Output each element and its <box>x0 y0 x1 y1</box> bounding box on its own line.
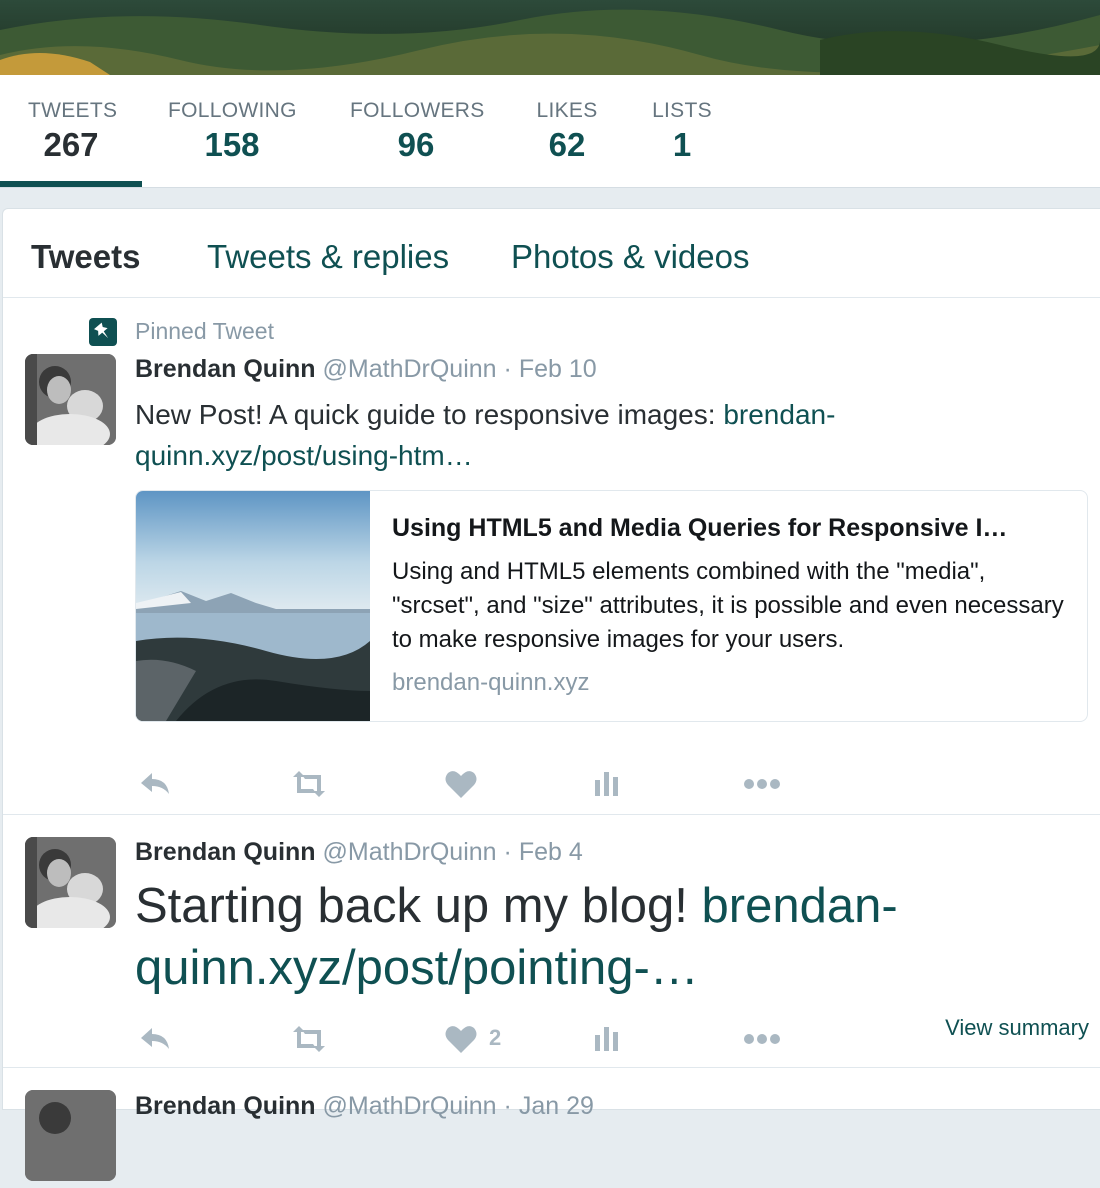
stat-value: 62 <box>548 126 586 163</box>
tweet-body: Starting back up my blog! <box>135 879 688 933</box>
reply-button[interactable] <box>135 1019 175 1059</box>
more-icon <box>744 1034 780 1044</box>
card-image <box>136 491 370 721</box>
avatar[interactable] <box>25 1090 116 1181</box>
like-count: 2 <box>489 1025 502 1050</box>
card-title: Using HTML5 and Media Queries for Respon… <box>392 514 1008 542</box>
stat-likes[interactable]: LIKES 62 <box>536 97 598 165</box>
profile-stats-bar: TWEETS 267 FOLLOWING 158 FOLLOWERS 96 LI… <box>0 75 1100 188</box>
view-summary-link[interactable]: View summary <box>945 1015 1089 1041</box>
timeline-panel: Tweets Tweets & replies Photos & videos … <box>2 208 1100 1181</box>
author-handle[interactable]: @MathDrQuinn <box>323 355 497 383</box>
author-name[interactable]: Brendan Quinn <box>135 355 316 383</box>
more-icon <box>744 779 780 789</box>
reply-icon <box>141 773 169 794</box>
separator-dot: · <box>503 355 512 383</box>
stat-following[interactable]: FOLLOWING 158 <box>168 97 296 165</box>
avatar[interactable] <box>25 354 116 445</box>
separator-dot: · <box>503 1092 512 1120</box>
card-description: Using and HTML5 elements combined with t… <box>392 558 1064 653</box>
more-button[interactable] <box>741 1019 785 1059</box>
pin-icon <box>89 318 117 346</box>
author-name[interactable]: Brendan Quinn <box>135 1092 316 1120</box>
tweet-header: Brendan Quinn @MathDrQuinn · Feb 10 <box>135 353 597 385</box>
analytics-icon <box>595 1027 618 1051</box>
stat-label: LISTS <box>652 99 712 122</box>
tweet-actions <box>135 764 1095 804</box>
stat-lists[interactable]: LISTS 1 <box>652 97 712 165</box>
timeline-tabs: Tweets Tweets & replies Photos & videos <box>3 209 1100 298</box>
separator-dot: · <box>503 838 512 866</box>
more-button[interactable] <box>741 764 785 804</box>
heart-icon <box>445 1026 477 1053</box>
stat-value: 96 <box>397 126 435 163</box>
tweet-date[interactable]: Jan 29 <box>519 1092 594 1120</box>
like-button[interactable]: 2 <box>441 1019 501 1059</box>
analytics-button[interactable] <box>589 764 629 804</box>
avatar[interactable] <box>25 837 116 928</box>
tweet[interactable]: Brendan Quinn @MathDrQuinn · Jan 29 <box>3 1068 1100 1188</box>
tab-tweets-and-replies[interactable]: Tweets & replies <box>207 237 449 277</box>
stat-followers[interactable]: FOLLOWERS 96 <box>350 97 485 165</box>
stat-value: 158 <box>204 126 260 163</box>
tab-tweets[interactable]: Tweets <box>31 237 140 277</box>
tweet-text: Starting back up my blog! brendan-quinn.… <box>135 875 955 999</box>
reply-button[interactable] <box>135 764 175 804</box>
retweet-button[interactable] <box>287 764 331 804</box>
retweet-icon <box>293 1026 325 1052</box>
card-domain: brendan-quinn.xyz <box>392 669 590 696</box>
pinned-tweet-label: Pinned Tweet <box>135 318 274 344</box>
stat-label: LIKES <box>536 99 598 122</box>
profile-banner <box>0 0 1100 75</box>
heart-icon <box>445 771 477 798</box>
reply-icon <box>141 1028 169 1049</box>
analytics-icon <box>595 772 618 796</box>
stat-label: FOLLOWERS <box>350 99 485 122</box>
retweet-button[interactable] <box>287 1019 331 1059</box>
stat-label: TWEETS <box>28 99 118 122</box>
tweet-pinned[interactable]: Pinned Tweet Brendan Quinn @MathDrQuinn … <box>3 298 1100 815</box>
active-stat-indicator <box>0 181 142 187</box>
author-handle[interactable]: @MathDrQuinn <box>323 1092 497 1120</box>
stat-tweets[interactable]: TWEETS 267 <box>28 97 118 165</box>
author-name[interactable]: Brendan Quinn <box>135 838 316 866</box>
tweet-date[interactable]: Feb 10 <box>519 355 597 383</box>
stat-value: 267 <box>43 126 99 163</box>
tab-photos-and-videos[interactable]: Photos & videos <box>511 237 749 277</box>
stat-value: 1 <box>672 126 692 163</box>
tweet[interactable]: Brendan Quinn @MathDrQuinn · Feb 4 Start… <box>3 815 1100 1068</box>
tweet-date[interactable]: Feb 4 <box>519 838 583 866</box>
analytics-button[interactable] <box>589 1019 629 1059</box>
tweet-body: New Post! A quick guide to responsive im… <box>135 399 716 430</box>
tweet-text: New Post! A quick guide to responsive im… <box>135 394 935 476</box>
tweet-header: Brendan Quinn @MathDrQuinn · Jan 29 <box>135 1090 594 1122</box>
like-button[interactable] <box>441 764 481 804</box>
author-handle[interactable]: @MathDrQuinn <box>323 838 497 866</box>
stat-label: FOLLOWING <box>168 99 297 122</box>
retweet-icon <box>293 771 325 797</box>
tweet-header: Brendan Quinn @MathDrQuinn · Feb 4 <box>135 836 583 868</box>
link-preview-card[interactable]: Using HTML5 and Media Queries for Respon… <box>135 490 1088 722</box>
